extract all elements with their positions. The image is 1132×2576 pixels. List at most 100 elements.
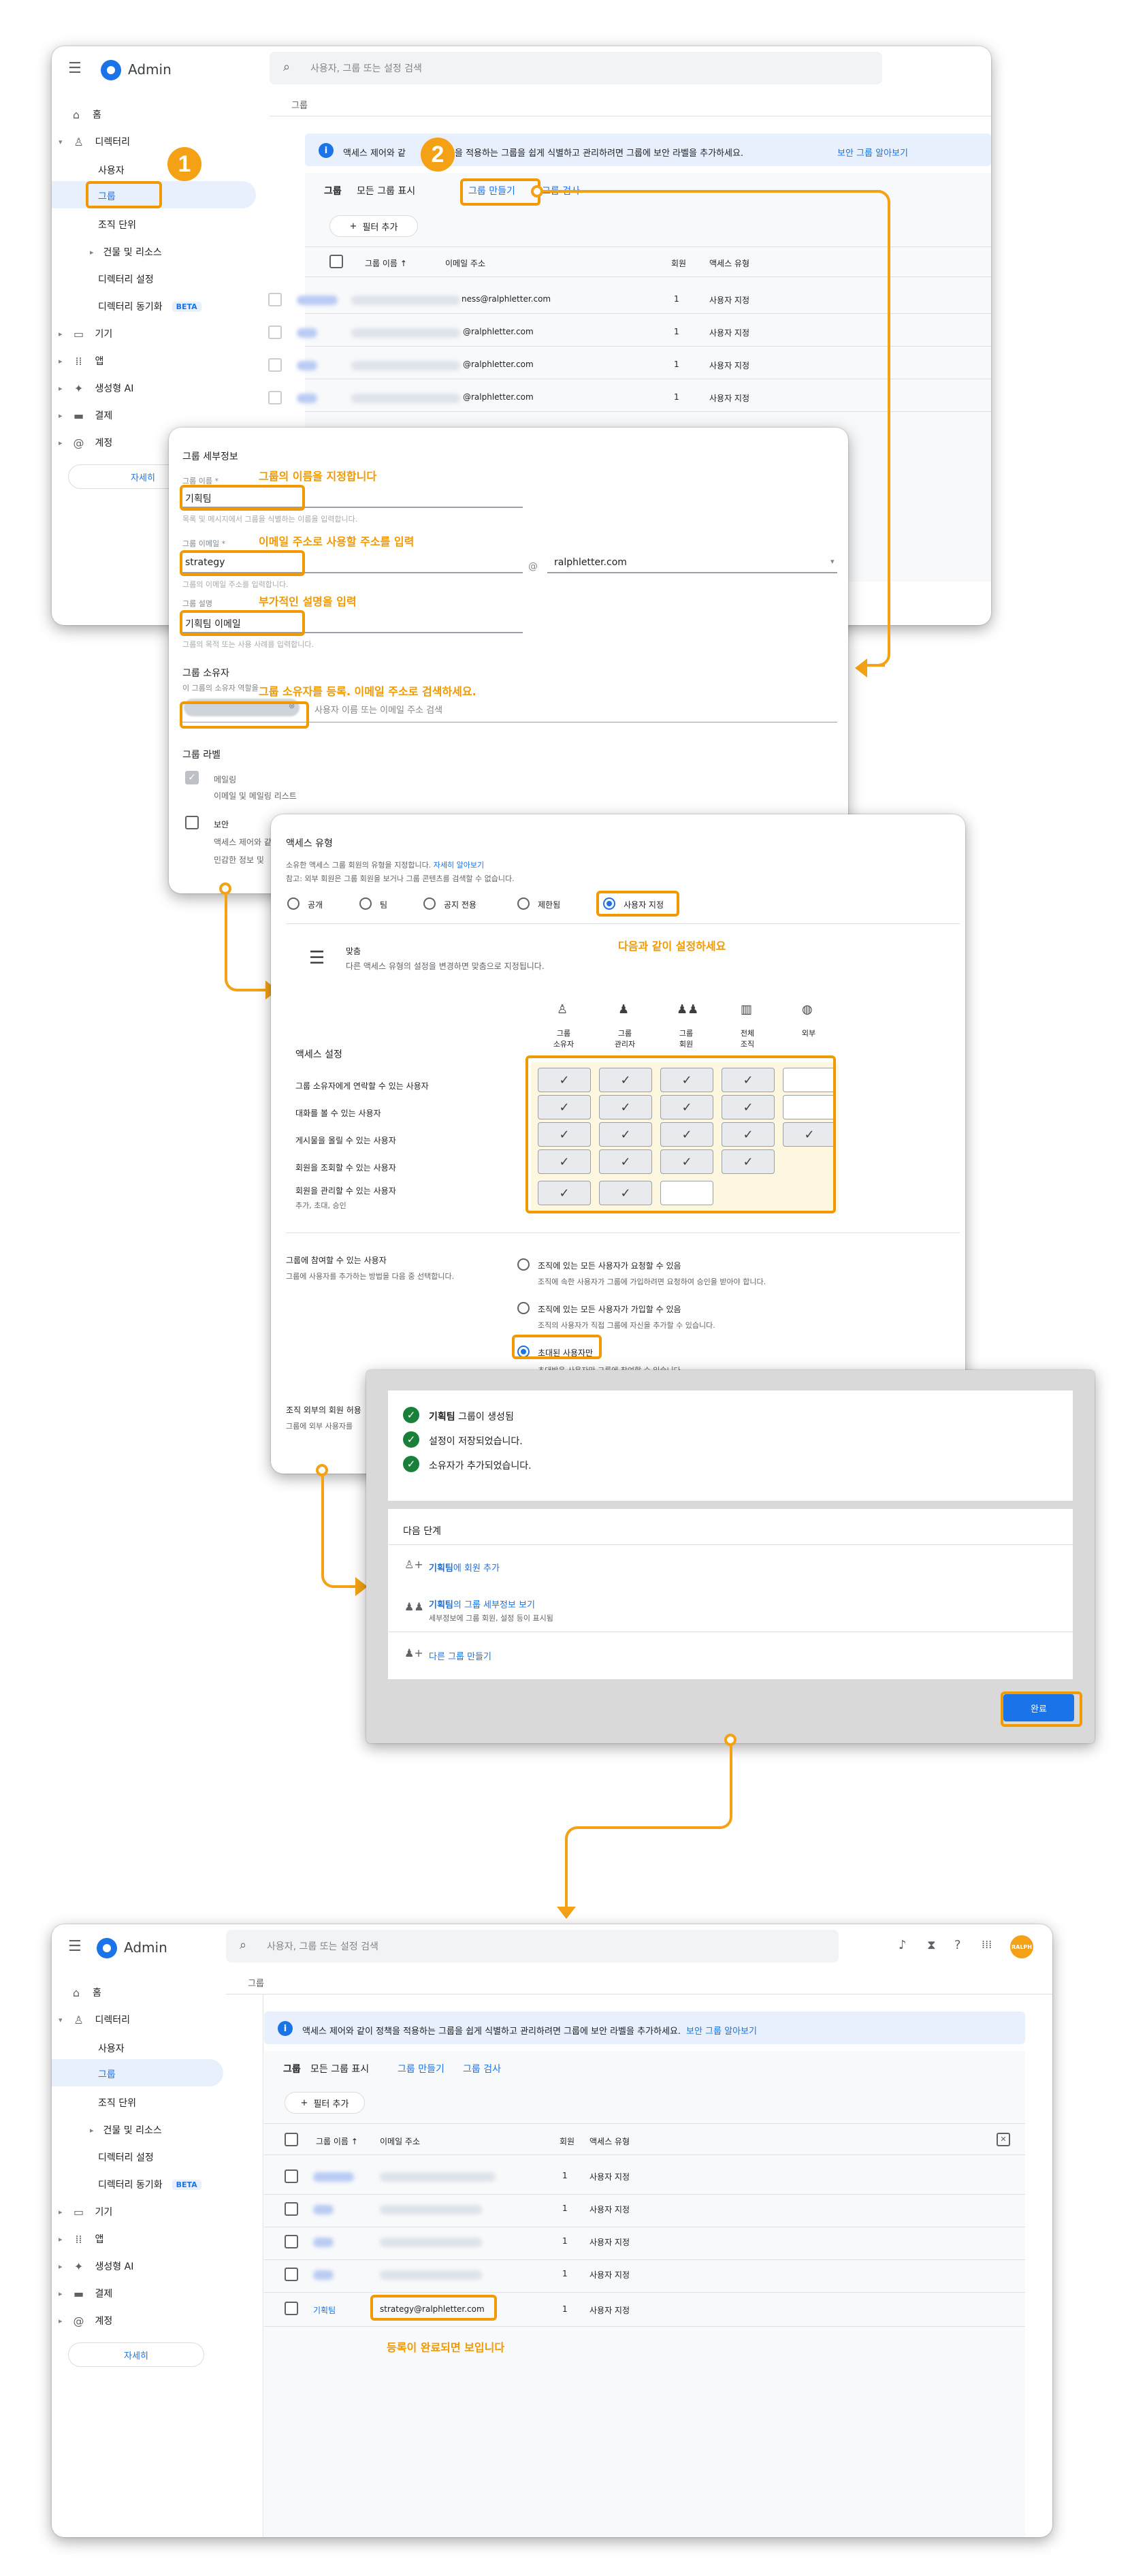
sidebar-item-groups[interactable]: 그룹 (98, 2067, 116, 2081)
sidebar-item-billing[interactable]: ▸ ▬ 결제 (59, 2287, 112, 2300)
sidebar-item-directory[interactable]: ▾ ♙ 디렉터리 (59, 2013, 130, 2026)
col-members: 회원 (671, 259, 687, 268)
create-group-link[interactable]: 그룹 만들기 (398, 2062, 444, 2076)
highlight-name (180, 485, 305, 511)
access-row-label: 회원을 관리할 수 있는 사용자 (295, 1186, 396, 1196)
owner-hint: 이 그룹의 소유자 역할을 (182, 684, 259, 693)
access-settings-label: 액세스 설정 (295, 1049, 342, 1060)
search-placeholder: 사용자, 그룹 또는 설정 검색 (310, 63, 422, 74)
email-label: 그룹 이메일 * (182, 539, 226, 548)
learn-more-link[interactable]: 자세히 알아보기 (434, 861, 484, 870)
create-another-link[interactable]: 다른 그룹 만들기 (429, 1649, 491, 1662)
sidebar-item-home[interactable]: ⌂ 홈 (69, 108, 101, 121)
sidebar-item-billing[interactable]: ▸ ▬ 결제 (59, 409, 112, 422)
highlight-owner (180, 701, 309, 729)
filter-button[interactable]: + 필터 추가 (285, 2092, 365, 2114)
add-member-link[interactable]: 기획팀에 회원 추가 (429, 1561, 500, 1574)
sidebar-item-users[interactable]: 사용자 (98, 2041, 125, 2055)
sidebar-item-home[interactable]: ⌂ 홈 (69, 1986, 101, 1999)
sidebar-item-buildings[interactable]: ▸ 건물 및 리소스 (90, 2123, 162, 2137)
show-all-groups[interactable]: 모든 그룹 표시 (310, 2062, 369, 2076)
devices-icon: ▭ (73, 2205, 84, 2219)
radio-team[interactable] (359, 897, 372, 910)
owner-search-input[interactable]: 사용자 이름 또는 이메일 주소 검색 (314, 703, 442, 716)
sidebar-item-org-units[interactable]: 조직 단위 (98, 2096, 136, 2110)
radio-restricted[interactable] (517, 897, 530, 910)
at-sign: @ (528, 561, 538, 572)
select-all-checkbox[interactable] (329, 255, 343, 268)
menu-icon[interactable]: ☰ (68, 60, 82, 77)
sidebar-item-org-units[interactable]: 조직 단위 (98, 218, 136, 232)
radio-public[interactable] (287, 897, 300, 910)
col-name[interactable]: 그룹 이름 ↑ (316, 2135, 358, 2147)
home-icon: ⌂ (72, 108, 80, 121)
avatar[interactable]: RALPH (1010, 1935, 1033, 1958)
radio-announce[interactable] (423, 897, 436, 910)
app-grid-icon[interactable]: ⁞⁞⁞ (982, 1938, 992, 1951)
sidebar-item-dir-settings[interactable]: 디렉터리 설정 (98, 2150, 154, 2164)
radio-join-request[interactable] (517, 1258, 530, 1271)
view-details-link[interactable]: 기획팀의 그룹 세부정보 보기 (429, 1597, 535, 1610)
mail-label-checkbox: ✓ (185, 771, 199, 784)
banner-link[interactable]: 보안 그룹 알아보기 (686, 2024, 757, 2037)
person-icon: ♙ (74, 2013, 84, 2026)
help-icon[interactable]: ? (954, 1938, 961, 1952)
sidebar-item-dir-sync[interactable]: 디렉터리 동기화 BETA (98, 300, 201, 313)
banner-link[interactable]: 보안 그룹 알아보기 (837, 146, 908, 159)
sidebar-item-account[interactable]: ▸ @ 계정 (59, 2314, 112, 2327)
search-group-link[interactable]: 그룹 검사 (463, 2062, 501, 2076)
desc-hint: 그룹의 목적 또는 사용 사례를 입력합니다. (182, 640, 314, 649)
mail-label: 메일링 (214, 775, 237, 784)
connector-dot-4 (724, 1734, 737, 1746)
select-all-checkbox[interactable] (285, 2133, 298, 2146)
sidebar-item-apps[interactable]: ▸ ⁞⁞ 앱 (59, 2232, 103, 2246)
sidebar-item-account[interactable]: ▸ @ 계정 (59, 436, 112, 449)
access-row-label: 회원을 조회할 수 있는 사용자 (295, 1163, 396, 1173)
sidebar-item-buildings[interactable]: ▸ 건물 및 리소스 (90, 245, 162, 259)
sidebar-item-devices[interactable]: ▸ ▭ 기기 (59, 327, 112, 340)
sidebar-item-users[interactable]: 사용자 (98, 163, 125, 177)
sparkle-icon: ✦ (74, 381, 84, 395)
col-name[interactable]: 그룹 이름 ↑ (365, 257, 407, 269)
sidebar-item-apps[interactable]: ▸ ⁞⁞ 앱 (59, 354, 103, 368)
domain-select[interactable]: ralphletter.com (554, 557, 627, 568)
radio-join-any[interactable] (517, 1302, 530, 1314)
mail-label-desc: 이메일 및 메일링 리스트 (214, 791, 297, 801)
banner-text: 액세스 제어와 같이 정책을 적용하는 그룹을 쉽게 식별하고 관리하려면 그룹… (302, 2026, 681, 2037)
details-section-title: 그룹 세부정보 (182, 451, 238, 462)
beta-badge: BETA (172, 2179, 201, 2190)
chevron-down-icon[interactable]: ▾ (830, 557, 835, 566)
connector-arrow-1 (855, 658, 867, 678)
sidebar-item-gen-ai[interactable]: ▸ ✦ 생성형 AI (59, 2259, 133, 2273)
banner-text-right: 을 적용하는 그룹을 쉽게 식별하고 관리하려면 그룹에 보안 라벨을 추가하세… (455, 148, 744, 159)
sidebar-item-gen-ai[interactable]: ▸ ✦ 생성형 AI (59, 381, 133, 395)
access-row-label: 게시물을 올릴 수 있는 사용자 (295, 1136, 396, 1145)
menu-icon[interactable]: ☰ (68, 1938, 82, 1955)
sidebar-item-dir-settings[interactable]: 디렉터리 설정 (98, 272, 154, 286)
bell-icon[interactable]: ♪ (899, 1938, 907, 1952)
column-settings-icon[interactable]: ✕ (997, 2133, 1010, 2146)
annotation-done: 등록이 완료되면 보입니다 (387, 2341, 505, 2354)
access-row-label: 그룹 소유자에게 연락할 수 있는 사용자 (295, 1081, 429, 1091)
col-access: 액세스 유형 (589, 2137, 630, 2146)
sidebar-item-devices[interactable]: ▸ ▭ 기기 (59, 2205, 112, 2219)
connector-arrow-4 (557, 1907, 576, 1919)
new-group-name[interactable]: 기획팀 (313, 2304, 336, 2316)
security-label-checkbox[interactable] (185, 816, 199, 829)
highlight-desc (180, 610, 305, 636)
sidebar-item-dir-sync[interactable]: 디렉터리 동기화 BETA (98, 2178, 201, 2191)
success-check-icon: ✓ (403, 1431, 419, 1448)
highlight-done (1001, 1691, 1082, 1727)
plus-icon: + (349, 221, 357, 232)
show-all-groups[interactable]: 모든 그룹 표시 (357, 184, 415, 197)
more-button[interactable]: 자세히 (68, 2342, 204, 2367)
owner-col-icon: ♙ (557, 1002, 568, 1017)
at-icon: @ (73, 436, 84, 449)
annotation-owner: 그룹 소유자를 등록. 이메일 주소로 검색하세요. (259, 685, 476, 698)
hourglass-icon[interactable]: ⧗ (927, 1938, 936, 1952)
access-title: 액세스 유형 (286, 838, 333, 849)
filter-button[interactable]: + 필터 추가 (329, 215, 418, 237)
create-another-icon: ♟+ (404, 1647, 423, 1659)
sidebar-item-directory[interactable]: ▾ ♙ 디렉터리 (59, 135, 130, 148)
owner-title: 그룹 소유자 (182, 668, 229, 679)
